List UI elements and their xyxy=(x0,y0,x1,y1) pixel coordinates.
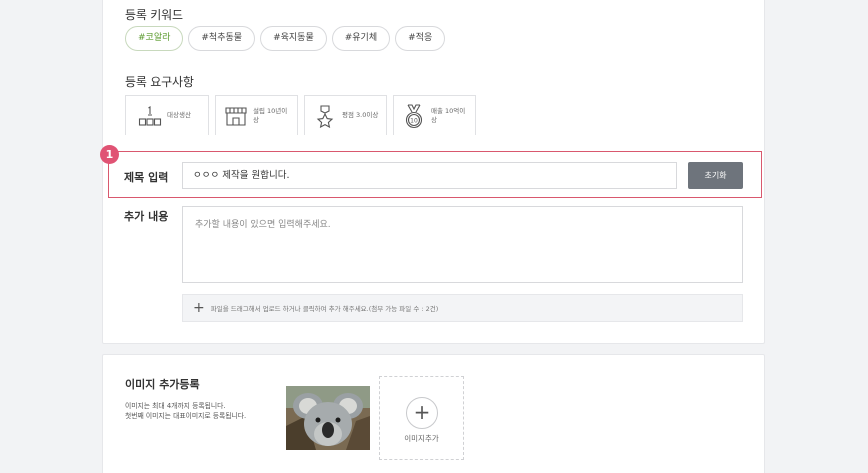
keyword-chips: #코알라 #척추동물 #육지동물 #유기체 #적응 xyxy=(125,26,446,51)
requirement-item: 평점 3.0이상 xyxy=(304,95,387,135)
content-placeholder: 추가할 내용이 있으면 입력해주세요. xyxy=(195,220,331,230)
title-label: 제목 입력 xyxy=(124,171,169,184)
requirement-label: 매출 10억이상 xyxy=(431,106,466,124)
medal-10-icon: 10 xyxy=(405,103,423,128)
add-image-button[interactable]: + 이미지추가 xyxy=(379,376,464,460)
koala-thumbnail[interactable] xyxy=(286,386,370,450)
keyword-chip[interactable]: #코알라 xyxy=(125,26,184,51)
keyword-chip[interactable]: #유기체 xyxy=(331,26,391,51)
step-badge: 1 xyxy=(100,145,119,164)
requirement-label: 대상생산 xyxy=(167,111,191,119)
file-dropzone[interactable]: + 파일을 드래그해서 업로드 하거나 클릭하여 추가 해주세요.(첨부 가능 … xyxy=(182,294,743,322)
requirements-list: 대상생산 설립 10년이상 평점 3.0이상 10 매출 10억이상 xyxy=(125,95,476,135)
requirement-item: 대상생산 xyxy=(125,95,209,135)
title-input[interactable]: ㅇㅇㅇ 제작을 원합니다. xyxy=(182,162,677,189)
award-star-icon xyxy=(316,104,334,128)
image-section-desc: 이미지는 최대 4개까지 등록됩니다. 첫번째 이미지는 대표이미지로 등록됩니… xyxy=(125,401,246,421)
store-icon xyxy=(225,106,247,126)
plus-icon: + xyxy=(193,300,205,316)
requirement-item: 설립 10년이상 xyxy=(215,95,298,135)
plus-icon: + xyxy=(406,397,438,429)
requirement-label: 설립 10년이상 xyxy=(253,106,288,124)
keyword-chip[interactable]: #적응 xyxy=(395,26,446,51)
keywords-title: 등록 키워드 xyxy=(125,8,183,22)
svg-text:10: 10 xyxy=(410,117,418,124)
image-desc-line: 이미지는 최대 4개까지 등록됩니다. xyxy=(125,402,226,410)
requirement-item: 10 매출 10억이상 xyxy=(393,95,476,135)
add-image-label: 이미지추가 xyxy=(404,434,439,443)
podium-icon xyxy=(138,105,162,126)
requirements-title: 등록 요구사항 xyxy=(125,75,194,89)
content-textarea[interactable]: 추가할 내용이 있으면 입력해주세요. xyxy=(182,206,743,283)
requirement-label: 평점 3.0이상 xyxy=(342,111,379,119)
image-desc-line: 첫번째 이미지는 대표이미지로 등록됩니다. xyxy=(125,412,247,420)
content-label: 추가 내용 xyxy=(124,210,169,223)
image-card: 이미지 추가등록 이미지는 최대 4개까지 등록됩니다. 첫번째 이미지는 대표… xyxy=(102,354,765,473)
image-section-title: 이미지 추가등록 xyxy=(125,378,200,391)
keyword-chip[interactable]: #육지동물 xyxy=(260,26,327,51)
reset-button[interactable]: 초기화 xyxy=(688,162,743,189)
dropzone-text: 파일을 드래그해서 업로드 하거나 클릭하여 추가 해주세요.(첨부 가능 파일… xyxy=(210,305,439,313)
keyword-chip[interactable]: #척추동물 xyxy=(188,26,256,51)
